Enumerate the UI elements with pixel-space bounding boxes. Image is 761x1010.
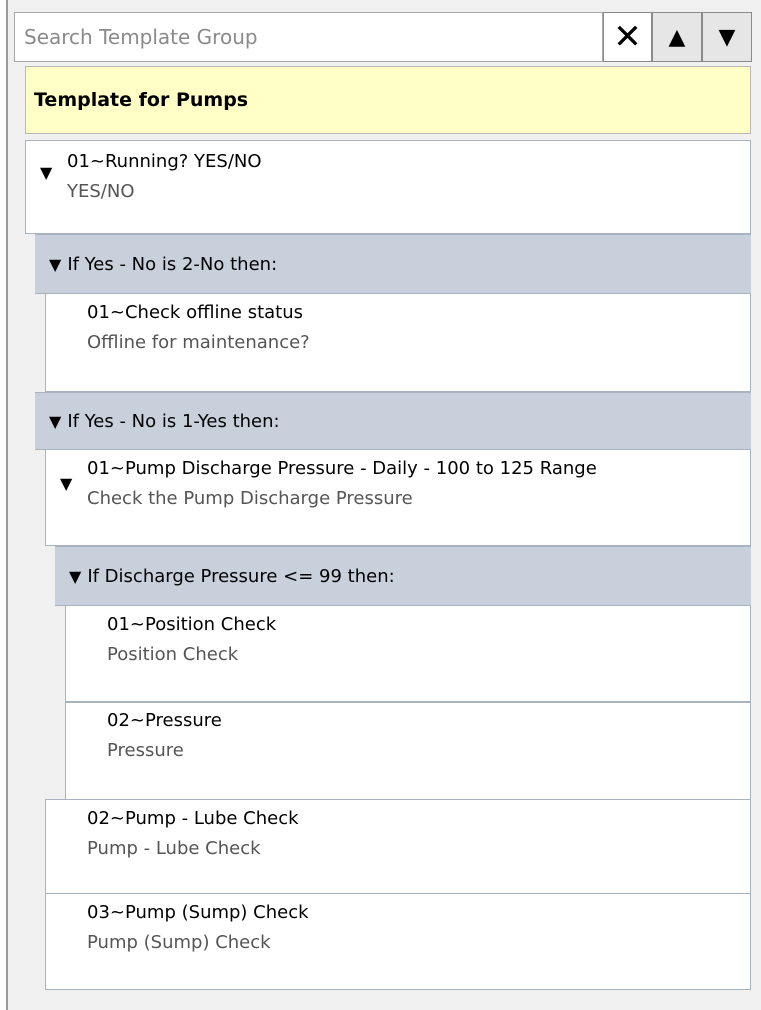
close-icon: ✕	[613, 17, 642, 57]
step-pump-lube-check[interactable]: 02~Pump - Lube Check Pump - Lube Check	[45, 799, 751, 894]
step-pressure[interactable]: 02~Pressure Pressure	[65, 702, 751, 800]
expand-icon[interactable]: ▼	[60, 474, 72, 493]
condition-label: If Yes - No is 2-No then:	[67, 253, 278, 275]
arrow-up-icon: ▲	[668, 24, 686, 50]
step-subtitle: Pressure	[107, 740, 184, 761]
expand-icon[interactable]: ▼	[49, 255, 61, 274]
arrow-down-icon: ▼	[718, 24, 736, 50]
step-pump-discharge-pressure[interactable]: ▼ 01~Pump Discharge Pressure - Daily - 1…	[45, 450, 751, 546]
step-subtitle: Offline for maintenance?	[87, 332, 310, 353]
step-subtitle: YES/NO	[67, 181, 135, 202]
condition-label: If Yes - No is 1-Yes then:	[67, 410, 280, 432]
step-subtitle: Pump (Sump) Check	[87, 932, 271, 953]
template-header: Template for Pumps	[25, 66, 751, 134]
step-running[interactable]: ▼ 01~Running? YES/NO YES/NO	[25, 140, 751, 234]
step-title: 02~Pump - Lube Check	[87, 808, 299, 829]
step-title: 02~Pressure	[107, 710, 222, 731]
step-title: 01~Check offline status	[87, 302, 304, 323]
step-check-offline[interactable]: 01~Check offline status Offline for main…	[45, 294, 751, 392]
previous-match-button[interactable]: ▲	[652, 12, 702, 62]
condition-if-discharge-pressure[interactable]: ▼ If Discharge Pressure <= 99 then:	[55, 546, 751, 606]
step-subtitle: Check the Pump Discharge Pressure	[87, 488, 413, 509]
expand-icon[interactable]: ▼	[49, 412, 61, 431]
condition-if-no[interactable]: ▼ If Yes - No is 2-No then:	[35, 234, 751, 294]
search-template-group-input[interactable]	[14, 12, 603, 62]
step-subtitle: Pump - Lube Check	[87, 838, 261, 859]
condition-label: If Discharge Pressure <= 99 then:	[87, 565, 395, 587]
step-title: 01~Running? YES/NO	[67, 151, 262, 172]
expand-icon[interactable]: ▼	[40, 163, 52, 182]
step-title: 01~Position Check	[107, 614, 277, 635]
template-title: Template for Pumps	[34, 89, 249, 111]
step-position-check[interactable]: 01~Position Check Position Check	[65, 606, 751, 702]
next-match-button[interactable]: ▼	[702, 12, 752, 62]
step-pump-sump-check[interactable]: 03~Pump (Sump) Check Pump (Sump) Check	[45, 893, 751, 990]
step-title: 03~Pump (Sump) Check	[87, 902, 309, 923]
step-subtitle: Position Check	[107, 644, 239, 665]
clear-search-button[interactable]: ✕	[603, 12, 652, 62]
condition-if-yes[interactable]: ▼ If Yes - No is 1-Yes then:	[35, 392, 751, 450]
step-title: 01~Pump Discharge Pressure - Daily - 100…	[87, 458, 597, 479]
expand-icon[interactable]: ▼	[69, 567, 81, 586]
